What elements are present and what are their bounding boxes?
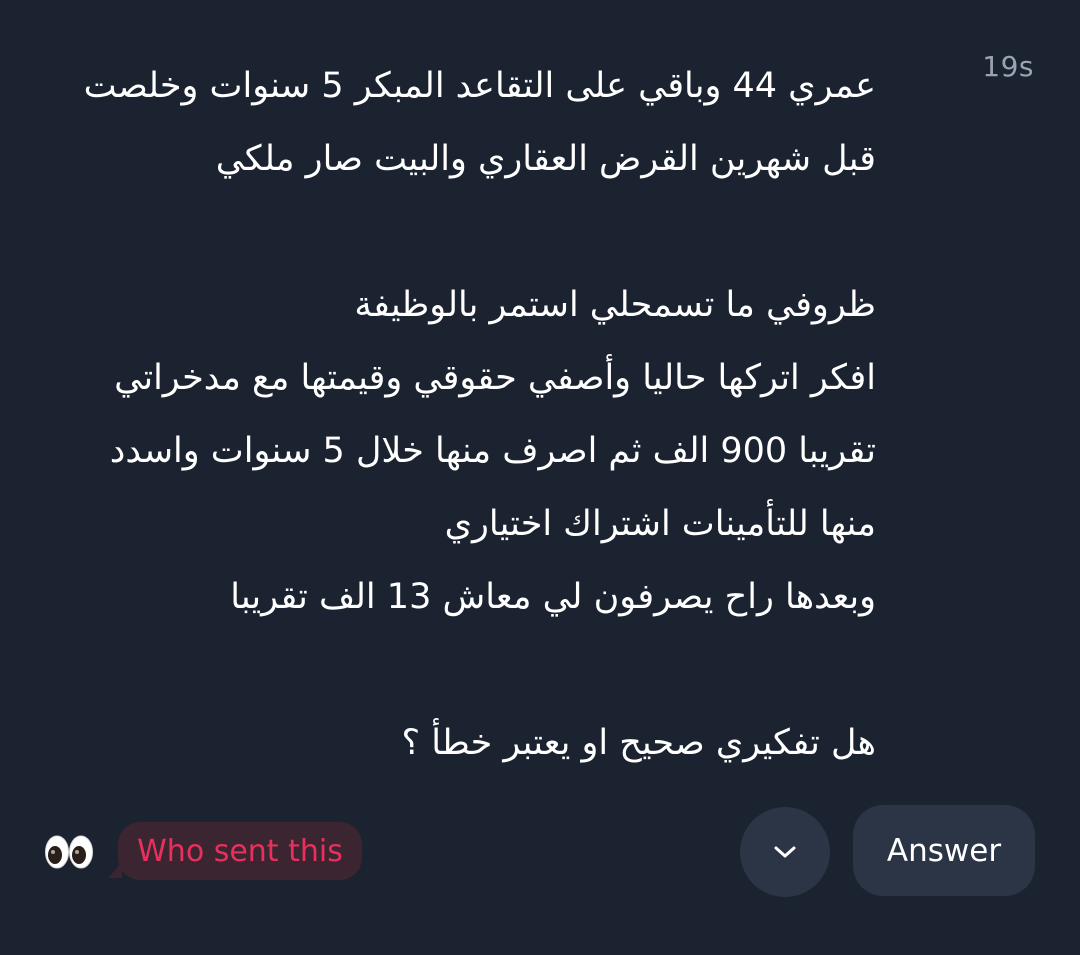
question-line: تقريبا 900 الف ثم اصرف منها خلال 5 سنوات… <box>109 431 876 471</box>
question-line: عمري 44 وباقي على التقاعد المبكر 5 سنوات… <box>83 66 876 106</box>
timestamp: 19s <box>982 50 1034 83</box>
question-line: منها للتأمينات اشتراك اختياري <box>444 504 876 544</box>
question-line: هل تفكيري صحيح او يعتبر خطأ ؟ <box>401 723 877 763</box>
question-line-blank <box>46 196 876 269</box>
who-sent-this-button[interactable]: Who sent this <box>118 822 362 880</box>
chevron-down-icon <box>774 846 796 858</box>
question-line-blank <box>46 634 876 707</box>
question-line: افكر اتركها حاليا وأصفي حقوقي وقيمتها مع… <box>114 358 876 398</box>
question-line: وبعدها راح يصرفون لي معاش 13 الف تقريبا <box>230 577 876 617</box>
question-line: قبل شهرين القرض العقاري والبيت صار ملكي <box>215 139 876 179</box>
question-line: ظروفي ما تسمحلي استمر بالوظيفة <box>354 285 876 325</box>
who-sent-this-label: Who sent this <box>137 833 343 869</box>
answer-label: Answer <box>886 832 1002 869</box>
expand-button[interactable] <box>740 807 830 897</box>
answer-button[interactable]: Answer <box>853 805 1035 896</box>
question-text: عمري 44 وباقي على التقاعد المبكر 5 سنوات… <box>46 50 876 780</box>
question-card: 19s عمري 44 وباقي على التقاعد المبكر 5 س… <box>0 0 1080 955</box>
eyes-emoji-icon <box>45 835 93 869</box>
